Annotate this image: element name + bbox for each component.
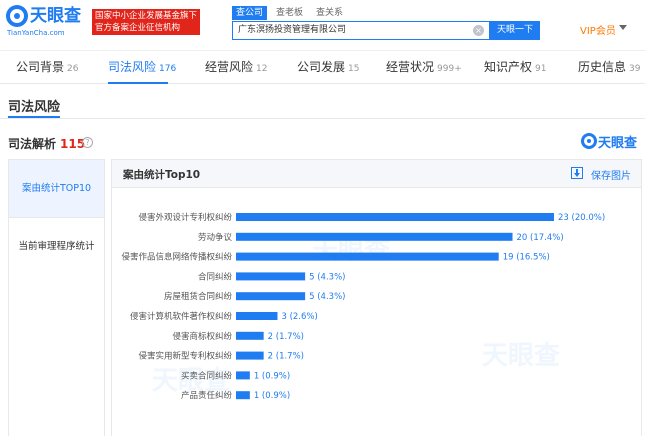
search-tab-relation[interactable]: 查关系 [316,6,343,20]
value-label: 5 (4.3%) [309,272,345,282]
tab-count: 12 [256,64,268,74]
tab-count: 999+ [437,64,462,74]
tab-label: 公司背景 [16,60,65,74]
category-tabs: 公司背景 26 司法风险 176 经营风险 12 公司发展 15 经营状况 999+ 知识… [0,50,645,84]
category-label: 侵害商标权纠纷 [172,331,232,342]
bar[interactable] [236,391,250,400]
category-label: 合同纠纷 [198,271,233,282]
value-label: 1 (0.9%) [254,391,290,401]
brand-logo: 天眼查 [581,131,641,151]
value-label: 5 (4.3%) [309,292,345,302]
tab-operating-risk[interactable]: 经营风险 12 [205,51,267,84]
badge-line-2: 官方备案企业征信机构 [95,23,181,33]
section-divider [0,118,645,119]
category-label: 劳动争议 [198,232,233,243]
active-tab-indicator [108,82,168,84]
bar[interactable] [236,232,513,241]
brand-text: 天眼查 [598,136,638,151]
tab-intellectual-property[interactable]: 知识产权 91 [484,51,546,84]
tab-count: 91 [535,64,547,74]
tab-history[interactable]: 历史信息 39 [578,51,640,84]
tab-label: 历史信息 [578,60,627,74]
clear-icon[interactable]: × [473,25,484,36]
tab-count: 39 [629,64,641,74]
value-label: 20 (17.4%) [517,233,564,243]
value-label: 2 (1.7%) [268,352,304,362]
category-label: 侵害外观设计专利权纠纷 [138,212,232,223]
analysis-title: 司法解析 115 [8,135,85,152]
eye-logo-icon [6,5,28,27]
tab-label: 经营风险 [205,60,254,74]
bar[interactable] [236,312,278,320]
caret-down-icon[interactable] [619,25,627,30]
search-tab-boss[interactable]: 查老板 [276,6,303,20]
bar[interactable] [236,252,499,261]
badge-line-1: 国家中小企业发展基金旗下 [95,11,198,21]
help-icon[interactable]: ? [82,137,93,148]
category-label: 侵害计算机软件著作权纠纷 [130,311,233,322]
analysis-label: 司法解析 [8,137,57,151]
search-input[interactable]: 广东溟扬投资管理有限公司 [232,21,490,40]
site-logo[interactable]: 天眼查 TianYanCha.com [6,5,90,39]
value-label: 19 (16.5%) [503,253,550,263]
bar[interactable] [236,292,306,301]
tab-business-status[interactable]: 经营状况 999+ [386,51,462,84]
category-label: 侵害作品信息网络传播权纠纷 [121,252,232,263]
logo-text: 天眼查 [30,6,81,26]
tab-label: 司法风险 [108,60,157,74]
tab-company-development[interactable]: 公司发展 15 [297,51,359,84]
bar[interactable] [236,371,250,380]
sidebar-item-trial-procedure[interactable]: 当前审理程序统计 [9,218,104,275]
tab-label: 知识产权 [484,60,533,74]
tab-label: 公司发展 [297,60,346,74]
value-label: 1 (0.9%) [254,371,290,381]
tab-count: 15 [348,64,360,74]
category-label: 买卖合同纠纷 [181,370,233,381]
search-button[interactable]: 天眼一下 [490,21,540,40]
top-header: 天眼查 TianYanCha.com 国家中小企业发展基金旗下 官方备案企业征信… [0,0,645,44]
tab-judicial-risk[interactable]: 司法风险 176 [108,51,176,84]
tab-count: 26 [67,64,79,74]
search-tab-company[interactable]: 查公司 [232,6,268,20]
bar[interactable] [236,213,554,221]
category-label: 侵害实用新型专利权纠纷 [138,351,232,362]
chart-panel: 案由统计Top10 保存图片 天眼查 天眼查 天眼查 侵害外观设计专利权纠纷 23… [111,159,642,436]
tab-company-background[interactable]: 公司背景 26 [16,51,78,84]
value-label: 23 (20.0%) [558,213,605,223]
case-bar-chart: 侵害外观设计专利权纠纷 23 (20.0%) 劳动争议 20 (17.4%) 侵害作品信… [121,212,605,401]
tab-count: 176 [159,64,177,74]
bar[interactable] [236,272,306,281]
eye-logo-icon [581,133,597,149]
value-label: 2 (1.7%) [268,332,304,342]
category-label: 产品责任纠纷 [181,390,233,401]
bar[interactable] [236,331,264,340]
official-badge: 国家中小企业发展基金旗下 官方备案企业征信机构 [92,9,200,35]
vip-menu[interactable]: VIP会员 [580,22,616,37]
analysis-sidebar: 案由统计TOP10 当前审理程序统计 [8,159,105,436]
bar[interactable] [236,351,264,360]
sidebar-item-case-top10[interactable]: 案由统计TOP10 [9,160,104,217]
tab-label: 经营状况 [386,60,435,74]
value-label: 3 (2.6%) [281,312,317,322]
logo-domain: TianYanCha.com [7,29,65,37]
section-title: 司法风险 [8,100,61,115]
category-label: 房屋租赁合同纠纷 [164,291,233,302]
